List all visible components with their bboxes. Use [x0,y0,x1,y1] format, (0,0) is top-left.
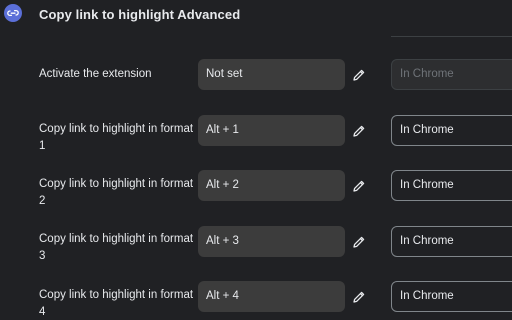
shortcut-input-format-2[interactable]: Alt + 2 [198,170,345,201]
shortcut-row-format-4: Copy link to highlight in format 4 Alt +… [0,267,512,320]
extension-link-icon [4,4,22,22]
shortcut-row-format-3: Copy link to highlight in format 3 Alt +… [0,212,512,268]
shortcut-label: Activate the extension [39,68,152,80]
shortcut-label: Copy link to highlight in format 2 [39,178,194,207]
header-divider [391,36,512,37]
scope-select-activate[interactable]: In Chrome [391,59,512,90]
shortcut-label: Copy link to highlight in format 1 [39,123,194,152]
extension-title: Copy link to highlight Advanced [39,7,241,22]
edit-shortcut-button[interactable] [349,232,369,252]
edit-shortcut-button[interactable] [349,176,369,196]
scope-select-format-1[interactable]: In Chrome [391,115,512,146]
edit-shortcut-button[interactable] [349,65,369,85]
pencil-icon [353,125,365,137]
pencil-icon [353,69,365,81]
scope-select-format-3[interactable]: In Chrome [391,226,512,257]
shortcut-row-activate: Activate the extension Not set In Chrome [0,46,512,102]
shortcut-label: Copy link to highlight in format 4 [39,289,194,318]
edit-shortcut-button[interactable] [349,287,369,307]
shortcut-label: Copy link to highlight in format 3 [39,233,194,262]
pencil-icon [353,180,365,192]
shortcut-input-format-1[interactable]: Alt + 1 [198,115,345,146]
shortcut-input-format-3[interactable]: Alt + 3 [198,226,345,257]
shortcut-input-activate[interactable]: Not set [198,59,345,90]
shortcut-row-format-2: Copy link to highlight in format 2 Alt +… [0,157,512,213]
scope-select-format-4[interactable]: In Chrome [391,281,512,312]
scope-select-format-2[interactable]: In Chrome [391,170,512,201]
extension-shortcuts-page: Copy link to highlight Advanced Activate… [0,0,512,320]
edit-shortcut-button[interactable] [349,121,369,141]
pencil-icon [353,236,365,248]
pencil-icon [353,291,365,303]
shortcut-input-format-4[interactable]: Alt + 4 [198,281,345,312]
shortcut-row-format-1: Copy link to highlight in format 1 Alt +… [0,102,512,158]
